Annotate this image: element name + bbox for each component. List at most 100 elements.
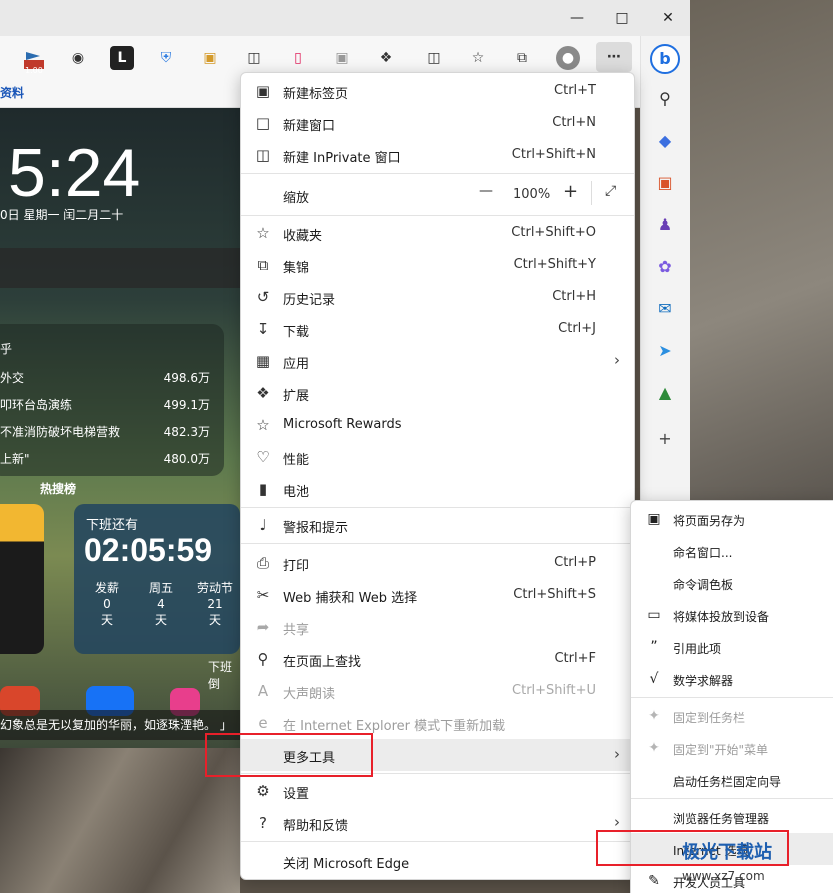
menu-item-alerts[interactable]: ♩ 警报和提示	[241, 509, 634, 541]
menu-item-label: 新建标签页	[283, 87, 349, 102]
menu-item-label: 帮助和反馈	[283, 819, 349, 834]
shopping-tag-icon[interactable]: ◆	[652, 128, 678, 154]
menu-item-web-capture[interactable]: ✂ Web 捕获和 Web 选择 Ctrl+Shift+S	[241, 579, 634, 611]
menu-item-shortcut: Ctrl+P	[554, 555, 596, 570]
add-icon[interactable]: +	[652, 426, 678, 452]
chevron-right-icon: ›	[614, 351, 620, 369]
menu-item-shortcut: Ctrl+T	[554, 83, 596, 98]
picture-icon[interactable]: ▣	[330, 46, 354, 70]
menu-item-share: ➦ 共享	[241, 611, 634, 643]
submenu-item-label: 固定到任务栏	[673, 711, 746, 725]
submenu-item-cite[interactable]: ” 引用此项	[631, 631, 833, 663]
zoom-level: 100%	[513, 187, 551, 202]
help-icon: ?	[259, 814, 267, 832]
menu-item-collections[interactable]: ⧉ 集锦 Ctrl+Shift+Y	[241, 249, 634, 281]
save-icon: ▣	[647, 511, 661, 527]
menu-item-shortcut: Ctrl+F	[554, 651, 596, 666]
extension-l-icon[interactable]: L	[110, 46, 134, 70]
timer-value: 02:05:59	[84, 532, 213, 568]
hot-item-value: 498.6万	[163, 371, 210, 385]
watermark-title: 极光下载站	[682, 842, 772, 863]
hot-search-card[interactable]: 乎 外交 498.6万 叩环台岛演练 499.1万 不准消防破坏电梯营救 482…	[0, 324, 224, 476]
timer-label: 下班还有	[86, 518, 139, 533]
split-screen-icon[interactable]: ◫	[422, 46, 446, 70]
list-item[interactable]: 不准消防破坏电梯营救 482.3万	[0, 423, 210, 440]
tools-icon[interactable]: ▣	[652, 170, 678, 196]
menu-item-zoom: 缩放 — 100% + ⤢	[241, 177, 634, 211]
tv-download-icon[interactable]: ▯	[286, 46, 310, 70]
extensions-puzzle-icon[interactable]: ❖	[374, 46, 398, 70]
menu-item-close-edge[interactable]: 关闭 Microsoft Edge	[241, 845, 634, 877]
search-icon[interactable]: ⚲	[652, 86, 678, 112]
collections-icon[interactable]: ⧉	[510, 46, 534, 70]
menu-item-new-inprivate[interactable]: ◫ 新建 InPrivate 窗口 Ctrl+Shift+N	[241, 139, 634, 171]
menu-item-battery[interactable]: ▮ 电池	[241, 473, 634, 505]
holiday-name: 周五	[148, 581, 173, 595]
submenu-item-task-manager[interactable]: 浏览器任务管理器	[631, 801, 833, 833]
tree-icon[interactable]: ▲	[652, 380, 678, 406]
clipboard-icon[interactable]: ◫	[242, 46, 266, 70]
menu-item-label: 警报和提示	[283, 521, 349, 536]
menu-item-rewards[interactable]: ☆ Microsoft Rewards	[241, 409, 634, 441]
image-icon[interactable]: ▣	[198, 46, 222, 70]
menu-divider	[241, 841, 634, 842]
offwork-timer-card[interactable]: 下班还有 02:05:59 发薪 0 天 周五 4 天 劳动节 21 天	[74, 504, 240, 654]
menu-item-label: 在页面上查找	[283, 655, 362, 670]
profile-avatar-icon[interactable]: ●	[556, 46, 580, 70]
rewards-trophy-icon: ☆	[256, 416, 270, 434]
submenu-item-math-solver[interactable]: √ 数学求解器	[631, 663, 833, 695]
bing-icon[interactable]: b	[650, 44, 680, 74]
menu-item-label: 打印	[283, 559, 310, 574]
pin-icon: ✦	[648, 740, 660, 756]
games-icon[interactable]: ♟	[652, 212, 678, 238]
menu-item-downloads[interactable]: ↧ 下载 Ctrl+J	[241, 313, 634, 345]
menu-item-label: 新建 InPrivate 窗口	[283, 151, 401, 166]
menu-item-find-on-page[interactable]: ⚲ 在页面上查找 Ctrl+F	[241, 643, 634, 675]
menu-item-new-tab[interactable]: ▣ 新建标签页 Ctrl+T	[241, 75, 634, 107]
zoom-in-button[interactable]: +	[563, 181, 578, 202]
search-bar[interactable]	[0, 248, 240, 288]
menu-item-favorites[interactable]: ☆ 收藏夹 Ctrl+Shift+O	[241, 217, 634, 249]
extension-meter-icon[interactable]: 1.00	[22, 46, 46, 75]
submenu-item-command-palette[interactable]: 命令调色板	[631, 567, 833, 599]
submenu-item-pin-wizard[interactable]: 启动任务栏固定向导	[631, 764, 833, 796]
menu-item-help[interactable]: ? 帮助和反馈 ›	[241, 807, 634, 839]
favorites-star-icon[interactable]: ☆	[466, 46, 490, 70]
submenu-item-save-page[interactable]: ▣ 将页面另存为	[631, 503, 833, 535]
microsoft365-icon[interactable]: ✿	[652, 254, 678, 280]
outlook-icon[interactable]: ✉	[652, 296, 678, 322]
new-tab-page: 5:24 0日 星期一 闰二月二十 乎 外交 498.6万 叩环台岛演练 499…	[0, 108, 240, 748]
menu-item-history[interactable]: ↺ 历史记录 Ctrl+H	[241, 281, 634, 313]
share-icon: ➦	[256, 618, 270, 636]
close-icon[interactable]: ✕	[656, 6, 680, 30]
shield-icon[interactable]: ⛨	[154, 46, 178, 70]
highlight-box-more-tools	[205, 733, 373, 777]
menu-item-settings[interactable]: ⚙ 设置	[241, 775, 634, 807]
send-icon[interactable]: ➤	[652, 338, 678, 364]
clock-date: 0日 星期一 闰二月二十	[0, 208, 124, 222]
maximize-icon[interactable]: □	[610, 6, 634, 30]
pin-icon: ✦	[648, 708, 660, 724]
more-menu-icon[interactable]: ⋯	[596, 42, 632, 72]
zoom-out-button[interactable]: —	[479, 183, 493, 199]
menu-item-performance[interactable]: ♡ 性能	[241, 441, 634, 473]
extension-ghost-icon[interactable]: ◉	[66, 46, 90, 70]
menu-item-apps[interactable]: ▦ 应用 ›	[241, 345, 634, 377]
widget-card[interactable]	[0, 504, 44, 654]
submenu-item-name-window[interactable]: 命名窗口...	[631, 535, 833, 567]
submenu-item-cast-media[interactable]: ▭ 将媒体投放到设备	[631, 599, 833, 631]
menu-divider	[241, 173, 634, 174]
list-item[interactable]: 叩环台岛演练 499.1万	[0, 396, 210, 413]
menu-item-print[interactable]: ⎙ 打印 Ctrl+P	[241, 547, 634, 579]
menu-item-extensions[interactable]: ❖ 扩展	[241, 377, 634, 409]
menu-item-label: Microsoft Rewards	[283, 417, 402, 432]
inprivate-icon: ◫	[255, 146, 271, 164]
menu-item-new-window[interactable]: □ 新建窗口 Ctrl+N	[241, 107, 634, 139]
fullscreen-icon[interactable]: ⤢	[605, 183, 616, 199]
list-item[interactable]: 上新" 480.0万	[0, 450, 210, 467]
menu-item-shortcut: Ctrl+Shift+U	[512, 683, 596, 698]
menu-item-label: 应用	[283, 357, 310, 372]
favorites-link[interactable]: 资料	[0, 84, 24, 101]
list-item[interactable]: 外交 498.6万	[0, 369, 210, 386]
minimize-icon[interactable]: —	[565, 6, 589, 30]
